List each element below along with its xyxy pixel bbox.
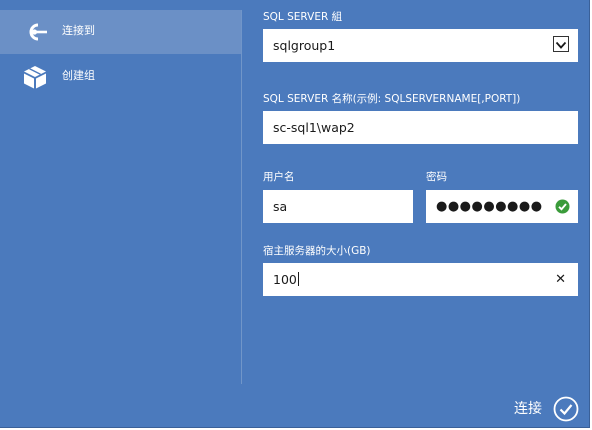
sidebar-divider: [241, 10, 242, 384]
username-input[interactable]: sa: [263, 190, 413, 223]
group-select[interactable]: sqlgroup1: [263, 29, 578, 62]
host-size-input[interactable]: 100 ✕: [263, 263, 578, 296]
username-label: 用户名: [263, 171, 295, 183]
checkmark-circle-icon[interactable]: [553, 396, 579, 422]
sidebar-item-label: 连接到: [62, 24, 95, 37]
sidebar-item-label: 创建组: [62, 69, 95, 82]
chevron-down-icon: [555, 41, 567, 49]
sidebar-item-create-group[interactable]: 创建组: [0, 55, 241, 99]
clear-icon[interactable]: ✕: [555, 272, 566, 287]
username-value: sa: [273, 199, 288, 214]
host-size-label: 宿主服务器的大小(GB): [263, 245, 371, 257]
host-size-value: 100: [273, 272, 299, 287]
group-label: SQL SERVER 組: [263, 11, 343, 23]
sidebar: 连接到 创建组: [0, 0, 241, 384]
password-masked-value: ●●●●●●●●●: [436, 199, 543, 214]
check-circle-icon: [555, 199, 570, 214]
server-name-label: SQL SERVER 名称(示例: SQLSERVERNAME[,PORT]): [263, 93, 521, 105]
dropdown-button[interactable]: [553, 36, 569, 52]
server-name-value: sc-sql1\wap2: [273, 120, 355, 135]
password-label: 密码: [426, 171, 447, 183]
server-name-input[interactable]: sc-sql1\wap2: [263, 111, 578, 144]
connect-button-label[interactable]: 连接: [514, 400, 542, 418]
connect-dialog: 连接到 创建组 SQL SERVER 組 sqlgroup1 SQL SERVE…: [0, 0, 590, 428]
group-select-value: sqlgroup1: [273, 38, 336, 53]
cube-icon: [24, 66, 46, 89]
plug-connect-icon: [29, 23, 47, 41]
password-input[interactable]: ●●●●●●●●●: [426, 190, 578, 223]
text-caret: [297, 272, 299, 286]
sidebar-item-connect[interactable]: 连接到: [0, 10, 241, 54]
